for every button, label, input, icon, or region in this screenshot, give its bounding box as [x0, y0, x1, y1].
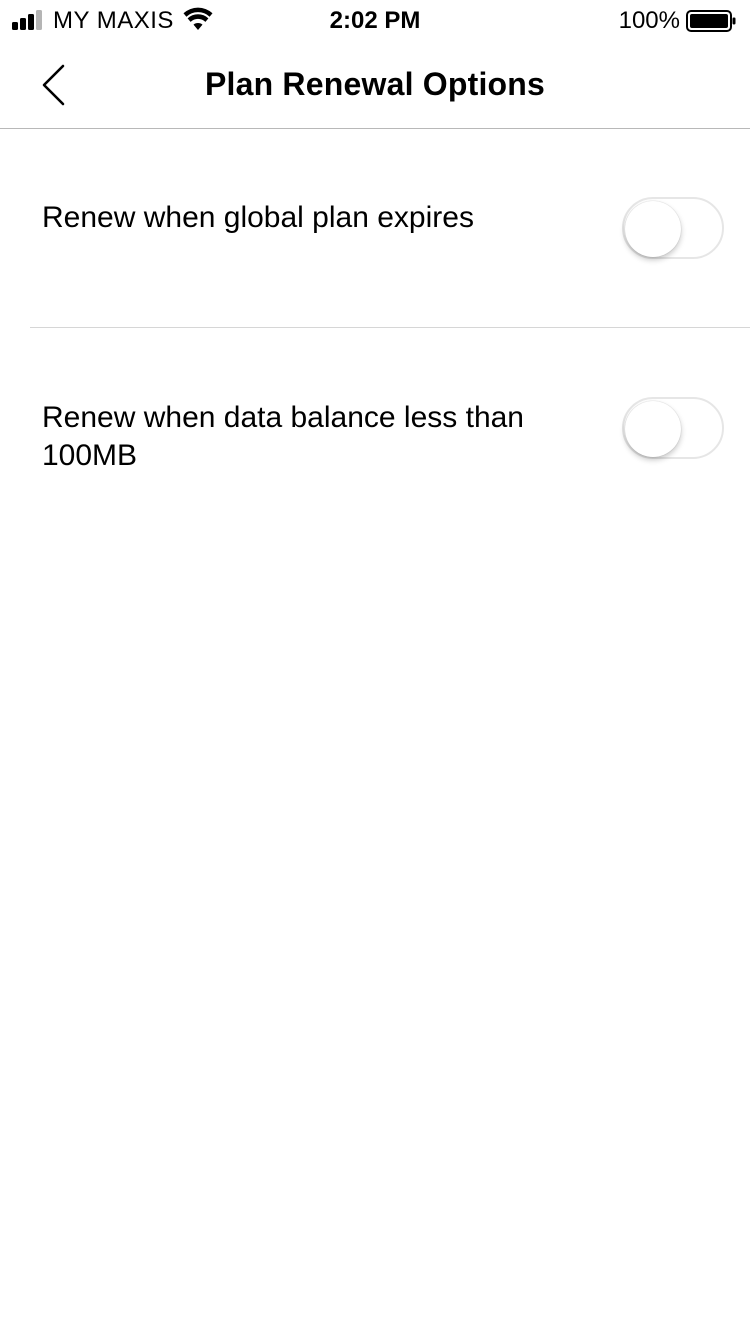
toggle-knob: [625, 401, 681, 457]
renew-on-low-data-toggle[interactable]: [622, 397, 724, 459]
battery-icon: [686, 10, 736, 32]
battery-percentage: 100%: [618, 7, 680, 34]
page-title: Plan Renewal Options: [204, 66, 546, 102]
status-bar: MY MAXIS 2:02 PM 100%: [0, 0, 750, 40]
navigation-bar: Plan Renewal Options: [0, 40, 750, 129]
toggle-knob: [625, 201, 681, 257]
renew-on-low-data-row: Renew when data balance less than 100MB: [0, 328, 750, 528]
renew-on-expiry-row: Renew when global plan expires: [0, 129, 750, 327]
renew-on-low-data-label: Renew when data balance less than 100MB: [42, 401, 524, 472]
chevron-left-icon: [42, 64, 65, 106]
back-button[interactable]: [30, 60, 80, 110]
renew-on-expiry-label: Renew when global plan expires: [42, 201, 474, 234]
renew-on-expiry-toggle[interactable]: [622, 197, 724, 259]
